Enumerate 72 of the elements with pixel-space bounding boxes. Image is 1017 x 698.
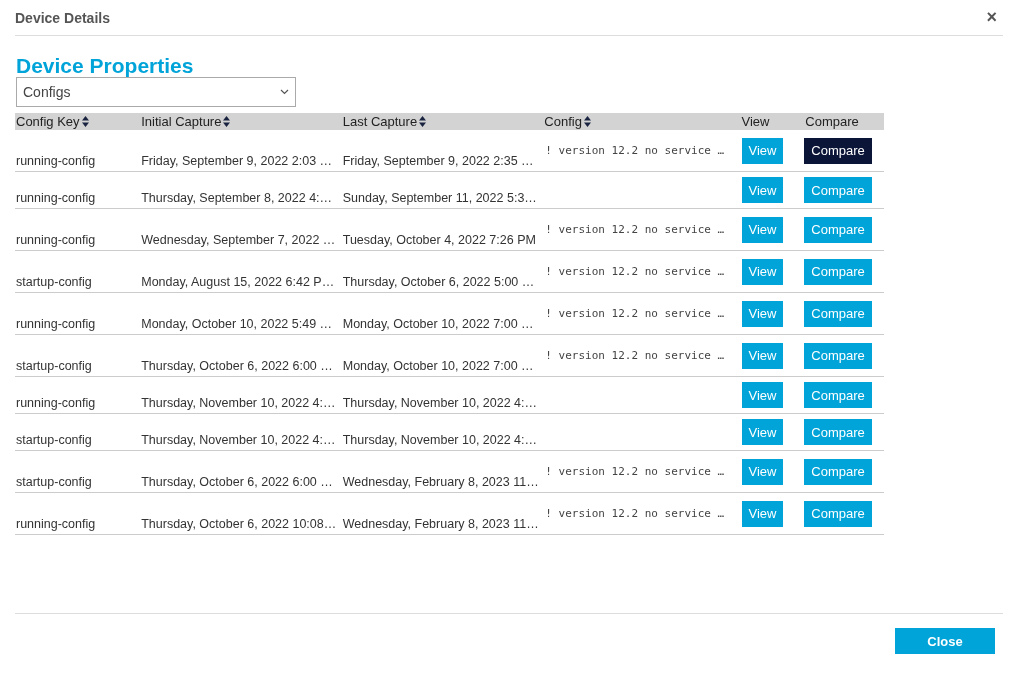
table-cell: Sunday, September 11, 2022 5:3… [342,191,537,205]
sort-icon[interactable] [419,116,427,127]
table-cell: Monday, August 15, 2022 6:42 P… [141,275,335,289]
config-preview: ! version 12.2 no service … [545,307,725,320]
table-cell: Thursday, November 10, 2022 4:… [342,396,538,410]
view-button[interactable]: View [741,500,784,527]
table-cell: startup-config [16,433,92,447]
table-cell: Thursday, November 10, 2022 4:… [342,433,538,447]
sort-icon[interactable] [223,116,231,127]
table-cell: Wednesday, February 8, 2023 11… [342,475,539,489]
section-heading: Device Properties [16,54,195,78]
table-cell: Monday, October 10, 2022 7:00 … [342,359,534,373]
compare-button[interactable]: Compare [804,216,872,243]
table-cell: Thursday, October 6, 2022 5:00 … [342,275,535,289]
dropdown[interactable]: Configs [16,77,296,107]
table-cell: Friday, September 9, 2022 2:35 … [342,154,534,168]
config-preview: ! version 12.2 no service … [545,265,725,278]
table-cell: Tuesday, October 4, 2022 7:26 PM [342,233,536,247]
view-button[interactable]: View [741,300,784,327]
table-cell: startup-config [16,475,92,489]
table-cell: Friday, September 9, 2022 2:03 … [141,154,333,168]
column-header[interactable]: Initial Capture [141,114,222,129]
view-button[interactable]: View [741,382,784,408]
compare-button[interactable]: Compare [804,382,872,408]
column-header[interactable]: Compare [805,114,859,129]
dialog-title: Device Details [15,9,110,26]
sort-icon[interactable] [81,116,89,127]
column-header[interactable]: Config [544,114,582,129]
config-preview: ! version 12.2 no service … [545,465,725,478]
column-header[interactable]: Last Capture [342,114,418,129]
table-cell: Thursday, October 6, 2022 6:00 … [141,359,333,373]
view-button[interactable]: View [741,216,784,243]
compare-button[interactable]: Compare [804,500,872,527]
compare-button[interactable]: Compare [804,137,872,164]
table-cell: Monday, October 10, 2022 7:00 … [342,317,534,331]
table-cell: startup-config [16,275,92,289]
table-cell: Monday, October 10, 2022 5:49 … [141,317,333,331]
column-header[interactable]: View [741,114,770,129]
config-preview: ! version 12.2 no service … [545,144,725,157]
table-cell: Wednesday, September 7, 2022 … [141,233,336,247]
table-cell: Thursday, November 10, 2022 4:… [141,396,336,410]
view-button[interactable]: View [741,458,784,485]
table-cell: running-config [16,517,96,531]
table-cell: Thursday, October 6, 2022 10:08… [141,517,337,531]
table-cell: Thursday, September 8, 2022 4:… [141,191,333,205]
config-preview: ! version 12.2 no service … [545,223,725,236]
close-button[interactable]: Close [895,628,995,654]
table-cell: Thursday, November 10, 2022 4:… [141,433,336,447]
view-button[interactable]: View [741,342,784,369]
config-preview: ! version 12.2 no service … [545,349,725,362]
table-cell: running-config [16,191,96,205]
column-header[interactable]: Config Key [16,114,80,129]
table-cell: running-config [16,154,96,168]
compare-button[interactable]: Compare [804,458,872,485]
view-button[interactable]: View [741,258,784,285]
table-cell: Thursday, October 6, 2022 6:00 … [141,475,333,489]
table-cell: startup-config [16,359,92,373]
compare-button[interactable]: Compare [804,419,872,445]
view-button[interactable]: View [741,177,784,203]
compare-button[interactable]: Compare [804,300,872,327]
compare-button[interactable]: Compare [804,342,872,369]
view-button[interactable]: View [741,137,784,164]
compare-button[interactable]: Compare [804,258,872,285]
table-cell: Wednesday, February 8, 2023 11… [342,517,539,531]
view-button[interactable]: View [741,419,784,445]
table-cell: running-config [16,233,96,247]
table-cell: running-config [16,396,96,410]
compare-button[interactable]: Compare [804,177,872,203]
config-preview: ! version 12.2 no service … [545,507,725,520]
chevron-down-icon [280,89,289,95]
table-cell: running-config [16,317,96,331]
sort-icon[interactable] [583,116,591,127]
